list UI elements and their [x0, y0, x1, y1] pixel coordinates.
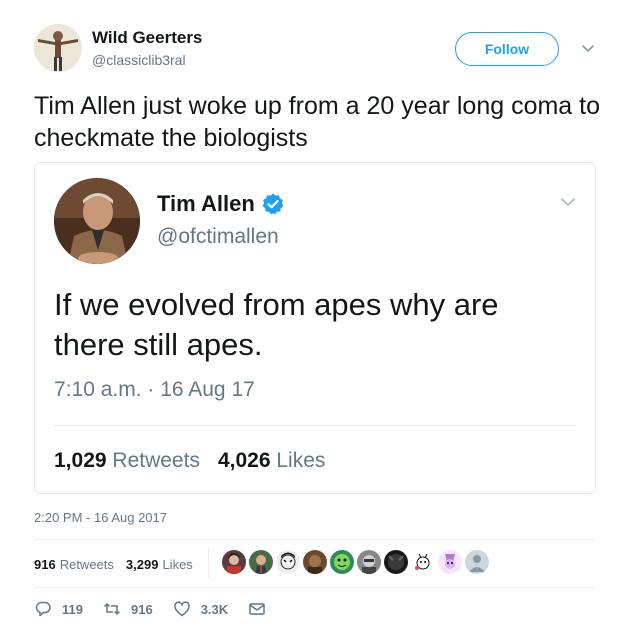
tweet-text: Tim Allen just woke up from a 20 year lo… [34, 92, 601, 152]
likes-label: Likes [162, 556, 193, 572]
liker-avatar[interactable] [411, 550, 435, 574]
divider [54, 425, 576, 426]
divider [208, 548, 209, 578]
quoted-stats: 1,029 Retweets 4,026 Likes [54, 449, 325, 473]
user-avatar[interactable] [34, 24, 82, 72]
quoted-user-name[interactable]: Tim Allen [157, 191, 255, 217]
liker-avatar[interactable] [276, 550, 300, 574]
tweet-header: Wild Geerters @classiclib3ral Follow [34, 24, 604, 74]
reply-count: 119 [62, 601, 83, 617]
liker-avatar[interactable] [249, 550, 273, 574]
like-button[interactable]: 3.3K [173, 600, 228, 618]
envelope-icon [249, 603, 265, 615]
quoted-retweets-count: 1,029 [54, 449, 107, 472]
quoted-tweet-text: If we evolved from apes why are there st… [54, 287, 499, 362]
verified-badge-icon [262, 193, 284, 215]
retweets-count: 916 [34, 556, 56, 572]
quoted-retweets-label: Retweets [112, 449, 200, 472]
follow-button[interactable]: Follow [455, 32, 559, 66]
quoted-user-avatar[interactable] [54, 178, 140, 264]
liker-avatar[interactable] [438, 550, 462, 574]
quoted-name-row: Tim Allen [157, 191, 285, 217]
quoted-retweets-stat[interactable]: 1,029 Retweets [54, 449, 200, 473]
liker-avatar[interactable] [330, 550, 354, 574]
likes-count: 3,299 [125, 556, 159, 572]
chevron-down-icon[interactable] [559, 193, 577, 211]
retweets-stat[interactable]: 916 Retweets [34, 557, 114, 572]
liker-avatar[interactable] [303, 550, 327, 574]
liker-avatar[interactable] [222, 550, 246, 574]
quoted-likes-label: Likes [276, 449, 326, 472]
divider [34, 539, 594, 540]
liker-avatar[interactable] [384, 550, 408, 574]
likes-stat[interactable]: 3,299 Likes [126, 557, 193, 572]
quoted-likes-count: 4,026 [217, 449, 271, 472]
tweet-timestamp[interactable]: 2:20 PM - 16 Aug 2017 [34, 510, 167, 525]
reply-button[interactable]: 119 [34, 600, 83, 618]
liker-avatar[interactable] [357, 550, 381, 574]
user-handle[interactable]: @classiclib3ral [92, 52, 186, 68]
heart-icon [173, 601, 190, 617]
tweet-actions: 119 916 3.3K [34, 600, 296, 618]
quoted-tweet-time[interactable]: 7:10 a.m. · 16 Aug 17 [54, 378, 255, 402]
retweet-count: 916 [130, 601, 153, 617]
direct-message-button[interactable] [248, 600, 276, 618]
retweet-icon [103, 602, 121, 616]
retweets-label: Retweets [59, 556, 114, 572]
quoted-likes-stat[interactable]: 4,026 Likes [218, 449, 325, 473]
reply-icon [35, 601, 51, 617]
user-name[interactable]: Wild Geerters [92, 28, 202, 48]
chevron-down-icon[interactable] [580, 40, 596, 56]
tweet-stats: 916 Retweets 3,299 Likes [34, 552, 205, 576]
like-count: 3.3K [200, 601, 229, 617]
liker-avatars [222, 550, 489, 574]
liker-avatar-default[interactable] [465, 550, 489, 574]
quoted-tweet-card[interactable]: Tim Allen @ofctimallen If we evolved fro… [34, 162, 596, 494]
retweet-button[interactable]: 916 [103, 600, 153, 618]
divider [34, 587, 594, 588]
quoted-user-handle[interactable]: @ofctimallen [157, 225, 279, 249]
